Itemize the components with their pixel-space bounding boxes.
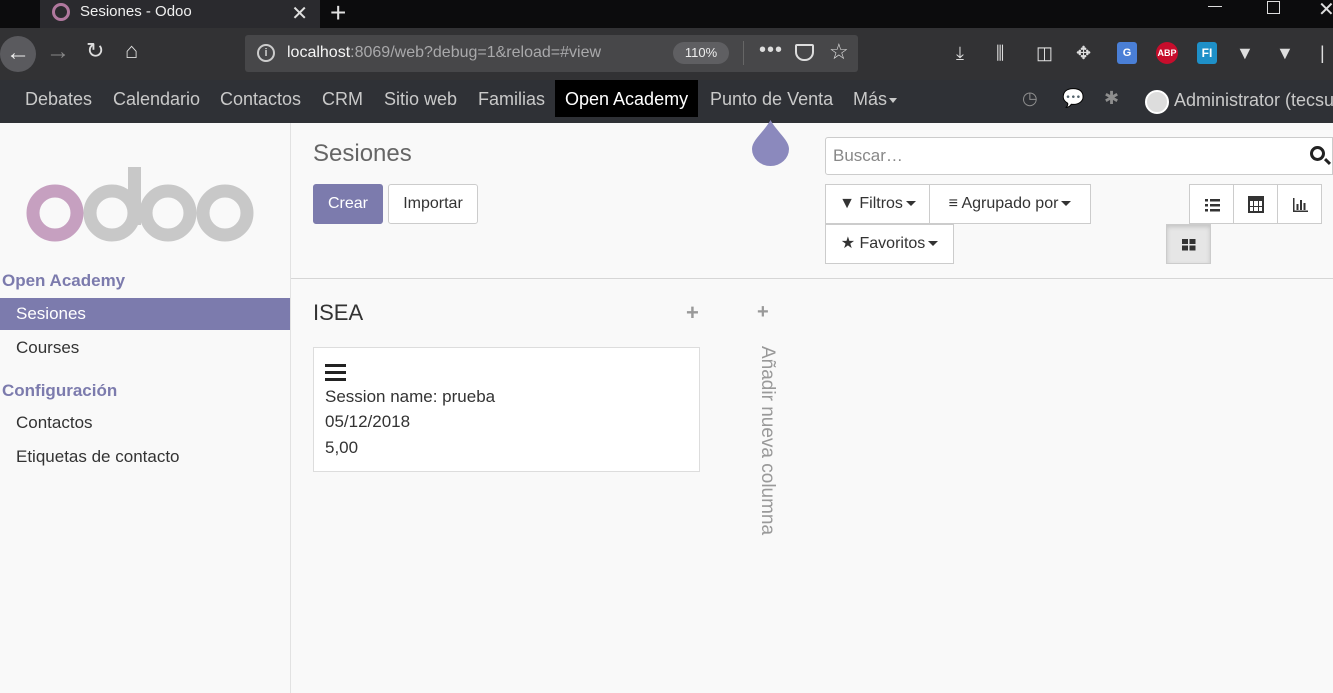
filter-funnel-icon: ▼ xyxy=(839,195,855,212)
card-date: 05/12/2018 xyxy=(325,412,411,431)
user-menu[interactable]: Administrator (tecsup) xyxy=(1174,80,1333,120)
card-value: 5,00 xyxy=(325,438,359,457)
sidebar-item-contactos[interactable]: Contactos xyxy=(0,407,290,439)
create-button[interactable]: Crear xyxy=(313,184,383,224)
site-info-icon[interactable]: i xyxy=(257,44,275,62)
search-input[interactable] xyxy=(826,138,1306,174)
maximize-window-icon[interactable] xyxy=(1267,1,1280,14)
close-tab-icon[interactable]: ✕ xyxy=(291,1,308,26)
import-button[interactable]: Importar xyxy=(388,184,478,224)
odoo-main-menu: Debates Calendario Contactos CRM Sitio w… xyxy=(0,80,1333,123)
list-bars-icon: ≡ xyxy=(948,195,958,212)
library-icon[interactable]: ⫼ xyxy=(996,42,1004,64)
chevron-down-icon xyxy=(1061,201,1072,207)
loading-drop-icon xyxy=(752,120,789,166)
bar-chart-icon xyxy=(1293,198,1308,212)
forward-arrow-icon[interactable]: → xyxy=(46,38,70,66)
fi-extension-icon[interactable]: FI xyxy=(1197,42,1217,64)
favorites-dropdown[interactable]: ★ Favoritos xyxy=(825,224,954,264)
browser-tab[interactable]: Sesiones - Odoo ✕ xyxy=(40,0,320,28)
chevron-down-icon xyxy=(889,97,898,103)
sidebar-section-configuracion[interactable]: Configuración xyxy=(2,381,117,401)
overflow-menu-icon[interactable]: | xyxy=(1320,42,1325,64)
reload-icon[interactable]: ↻ xyxy=(86,38,104,64)
menu-calendario[interactable]: Calendario xyxy=(113,80,200,117)
star-icon: ★ xyxy=(840,235,856,252)
card-session-name: Session name: prueba xyxy=(325,387,496,406)
filters-label: Filtros xyxy=(859,195,903,212)
url-rest: :8069/web?debug=1&reload=#view xyxy=(350,44,602,61)
google-translate-icon[interactable]: G xyxy=(1117,42,1137,64)
favorites-label: Favoritos xyxy=(859,235,926,252)
chat-bubbles-icon[interactable]: 💬 xyxy=(1062,88,1084,109)
hamburger-menu-icon[interactable] xyxy=(325,364,346,385)
menu-contactos[interactable]: Contactos xyxy=(220,80,301,117)
control-panel-divider xyxy=(291,278,1333,279)
quick-create-plus-icon[interactable]: + xyxy=(686,300,699,326)
odoo-favicon-icon xyxy=(52,3,70,21)
groupby-dropdown[interactable]: ≡ Agrupado por xyxy=(929,184,1091,224)
add-column-label[interactable]: Añadir nueva columna xyxy=(752,346,778,556)
menu-mas[interactable]: Más xyxy=(853,80,898,117)
calendar-view-button[interactable] xyxy=(1233,184,1278,224)
chevron-down-icon xyxy=(928,241,939,247)
calendar-view-icon xyxy=(1248,196,1264,213)
menu-punto-de-venta[interactable]: Punto de Venta xyxy=(710,80,833,117)
kanban-card[interactable]: Session name: prueba 05/12/2018 5,00 xyxy=(313,347,700,472)
tab-title: Sesiones - Odoo xyxy=(80,3,192,20)
menu-open-academy[interactable]: Open Academy xyxy=(555,80,699,117)
extension-puzzle-icon[interactable]: ✥ xyxy=(1076,42,1091,64)
vpn-extension-icon[interactable]: ▼ xyxy=(1276,42,1294,64)
browser-tabstrip: Sesiones - Odoo ✕ + ✕ xyxy=(0,0,1333,28)
home-icon[interactable]: ⌂ xyxy=(125,38,138,64)
downloads-icon[interactable]: ⤓ xyxy=(956,42,964,64)
search-icon[interactable] xyxy=(1310,146,1325,161)
kanban-grid-icon xyxy=(1182,239,1196,251)
search-box xyxy=(825,137,1333,175)
filters-dropdown[interactable]: ▼ Filtros xyxy=(825,184,930,224)
bookmark-star-icon[interactable]: ☆ xyxy=(829,39,849,65)
sidebar-item-courses[interactable]: Courses xyxy=(0,332,290,364)
user-avatar[interactable] xyxy=(1145,90,1169,114)
menu-sitio-web[interactable]: Sitio web xyxy=(384,80,457,117)
urlbar-separator xyxy=(743,41,744,65)
graph-view-button[interactable] xyxy=(1277,184,1322,224)
add-column-plus-icon[interactable]: + xyxy=(757,301,769,324)
sidebar-section-open-academy[interactable]: Open Academy xyxy=(2,271,125,291)
sidebar-item-sesiones[interactable]: Sesiones xyxy=(0,298,290,330)
groupby-label: Agrupado por xyxy=(961,195,1059,212)
list-view-icon xyxy=(1205,199,1220,212)
menu-debates[interactable]: Debates xyxy=(25,80,92,117)
debug-bug-icon[interactable]: ✱ xyxy=(1104,88,1119,109)
new-tab-icon[interactable]: + xyxy=(330,0,346,29)
page-title: Sesiones xyxy=(313,140,412,167)
chevron-down-icon xyxy=(905,201,916,207)
kanban-view-button[interactable] xyxy=(1166,224,1211,264)
odoo-logo xyxy=(26,167,254,242)
minimize-window-icon[interactable] xyxy=(1208,6,1222,7)
sidebar-toggle-icon[interactable]: ◫ xyxy=(1036,42,1053,64)
menu-crm[interactable]: CRM xyxy=(322,80,363,117)
menu-familias[interactable]: Familias xyxy=(478,80,545,117)
url-text[interactable]: localhost:8069/web?debug=1&reload=#view xyxy=(287,44,657,62)
vue-devtools-icon[interactable]: ▼ xyxy=(1236,42,1254,64)
activity-clock-icon[interactable]: ◷ xyxy=(1022,88,1038,109)
adblock-plus-icon[interactable]: ABP xyxy=(1156,42,1178,64)
url-host: localhost xyxy=(287,44,351,61)
menu-mas-label: Más xyxy=(853,89,888,109)
close-window-icon[interactable]: ✕ xyxy=(1318,0,1333,22)
sidebar: Open Academy Sesiones Courses Configurac… xyxy=(0,123,291,693)
page-actions-icon[interactable]: ••• xyxy=(759,39,783,62)
address-bar[interactable]: i localhost:8069/web?debug=1&reload=#vie… xyxy=(245,35,858,72)
back-arrow-icon[interactable]: ← xyxy=(0,36,36,72)
list-view-button[interactable] xyxy=(1189,184,1234,224)
zoom-level-badge[interactable]: 110% xyxy=(673,42,729,64)
pocket-icon[interactable] xyxy=(795,44,814,61)
sidebar-item-etiquetas[interactable]: Etiquetas de contacto xyxy=(0,441,290,473)
kanban-column-title: ISEA xyxy=(313,300,364,325)
